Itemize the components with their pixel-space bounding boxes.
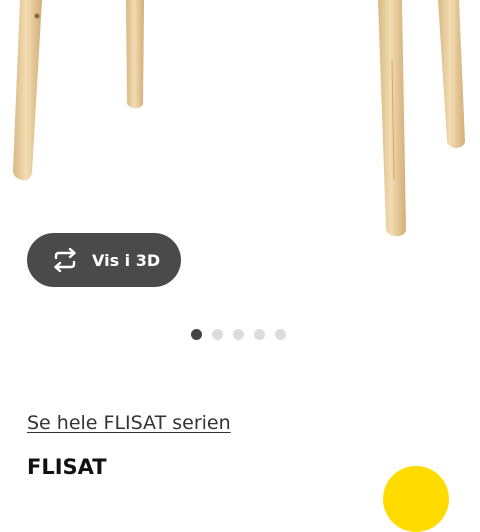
view-3d-label: Vis i 3D bbox=[92, 250, 161, 270]
carousel-dot-3[interactable] bbox=[233, 329, 244, 340]
yellow-badge[interactable] bbox=[383, 466, 449, 532]
carousel-dot-4[interactable] bbox=[254, 329, 265, 340]
series-link[interactable]: Se hele FLISAT serien bbox=[27, 412, 231, 434]
carousel-dot-2[interactable] bbox=[212, 329, 223, 340]
rotate-3d-icon bbox=[54, 248, 76, 272]
view-3d-button[interactable]: Vis i 3D bbox=[27, 233, 181, 287]
carousel-dot-5[interactable] bbox=[275, 329, 286, 340]
carousel-dots bbox=[191, 329, 286, 340]
product-name: FLISAT bbox=[27, 455, 107, 479]
carousel-dot-1[interactable] bbox=[191, 329, 202, 340]
